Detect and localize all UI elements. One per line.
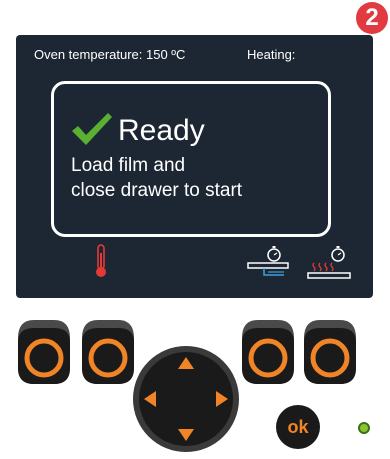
step-number-badge: 2	[356, 2, 388, 34]
device-screen: Oven temperature: 150 ºC Heating: Ready …	[16, 35, 373, 298]
ok-button[interactable]: ok	[276, 405, 320, 449]
thermometer-icon	[96, 244, 106, 277]
navigation-pad	[133, 346, 239, 452]
oven-temperature-label: Oven temperature: 150 ºC	[34, 47, 186, 62]
soft-key-4[interactable]	[300, 318, 360, 386]
check-icon	[72, 113, 112, 145]
soft-key-1[interactable]	[14, 318, 74, 386]
heating-label: Heating:	[247, 47, 296, 62]
status-title: Ready	[118, 114, 205, 147]
timer-drawer-icon	[247, 246, 289, 276]
timer-heating-icon	[307, 246, 351, 279]
soft-key-3[interactable]	[238, 318, 298, 386]
status-instruction-line2: close drawer to start	[71, 180, 243, 201]
soft-key-2[interactable]	[78, 318, 138, 386]
status-box: Ready Load film and close drawer to star…	[51, 81, 331, 237]
status-led	[358, 422, 370, 434]
status-instruction-line1: Load film and	[71, 155, 186, 176]
ok-label: ok	[287, 417, 309, 437]
